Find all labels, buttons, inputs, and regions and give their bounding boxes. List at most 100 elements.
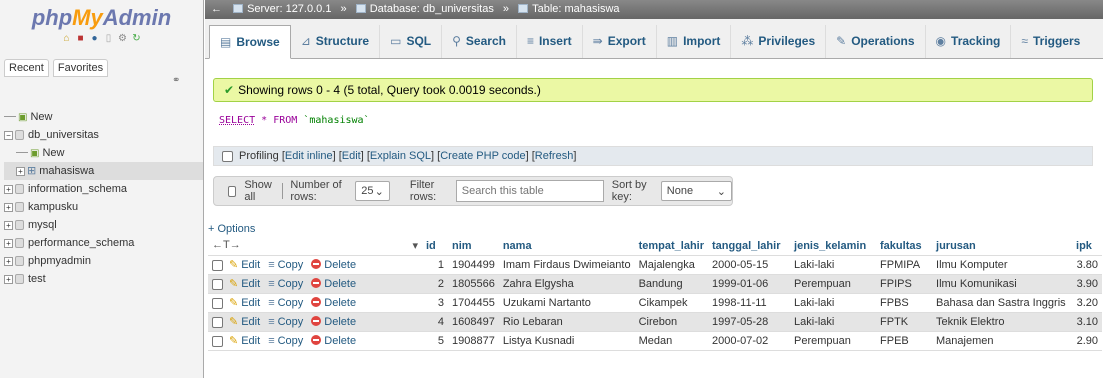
column-header-jenis-kelamin[interactable]: jenis_kelamin <box>790 237 877 256</box>
cell-nim[interactable]: 1608497 <box>448 312 499 332</box>
cell-nama[interactable]: Imam Firdaus Dwimeianto <box>498 255 635 275</box>
cell-tanggal-lahir[interactable]: 1998-11-11 <box>708 293 791 313</box>
row-checkbox[interactable] <box>212 316 223 328</box>
tab-privileges[interactable]: ⁂ Privileges <box>731 25 827 58</box>
cell-ipk[interactable]: 3.10 <box>1072 312 1103 332</box>
tab-import[interactable]: ▥ Import <box>657 25 732 58</box>
logout-icon[interactable]: ■ <box>75 33 86 44</box>
delete-row-button[interactable]: Delete <box>311 297 356 309</box>
cell-jurusan[interactable]: Ilmu Komunikasi <box>932 274 1073 294</box>
cell-tanggal-lahir[interactable]: 1997-05-28 <box>708 312 791 332</box>
copy-row-button[interactable]: ≡ Copy <box>268 278 303 290</box>
cell-id[interactable]: 1 <box>422 255 448 275</box>
cell-id[interactable]: 3 <box>422 293 448 313</box>
tab-triggers[interactable]: ≈ Triggers <box>1011 25 1090 58</box>
cell-jurusan[interactable]: Ilmu Komputer <box>932 255 1073 275</box>
profiling-checkbox[interactable] <box>222 150 233 162</box>
cell-ipk[interactable]: 3.20 <box>1072 293 1103 313</box>
delete-row-button[interactable]: Delete <box>311 335 356 347</box>
settings-icon[interactable]: ⚙ <box>117 33 128 44</box>
cell-fakultas[interactable]: FPBS <box>876 293 933 313</box>
cell-nim[interactable]: 1908877 <box>448 331 499 351</box>
tree-db-information-schema[interactable]: + information_schema <box>4 180 203 198</box>
column-header-tempat-lahir[interactable]: tempat_lahir <box>634 237 709 256</box>
home-icon[interactable]: ⌂ <box>61 33 72 44</box>
row-checkbox[interactable] <box>212 278 223 290</box>
row-checkbox[interactable] <box>212 335 223 347</box>
filter-rows-input[interactable] <box>455 180 604 202</box>
expand-icon[interactable]: + <box>4 202 13 212</box>
show-all-checkbox[interactable] <box>228 185 237 197</box>
breadcrumb-server[interactable]: Server: 127.0.0.1 <box>247 3 331 15</box>
cell-tempat-lahir[interactable]: Cikampek <box>634 293 709 313</box>
tab-search[interactable]: ⚲ Search <box>442 25 517 58</box>
expand-icon[interactable]: + <box>4 220 13 230</box>
column-header-ipk[interactable]: ipk <box>1072 237 1103 256</box>
column-header-fakultas[interactable]: fakultas <box>876 237 933 256</box>
sort-key-select[interactable]: None ⌄ <box>660 181 733 201</box>
cell-fakultas[interactable]: FPIPS <box>876 274 933 294</box>
expand-icon[interactable]: + <box>4 256 13 266</box>
cell-tempat-lahir[interactable]: Majalengka <box>634 255 709 275</box>
delete-row-button[interactable]: Delete <box>311 278 356 290</box>
cell-tanggal-lahir[interactable]: 1999-01-06 <box>708 274 791 294</box>
cell-jurusan[interactable]: Manajemen <box>932 331 1073 351</box>
tree-db-performance-schema[interactable]: + performance_schema <box>4 234 203 252</box>
tree-db-kampusku[interactable]: + kampusku <box>4 198 203 216</box>
edit-row-button[interactable]: ✎ Edit <box>229 259 260 271</box>
tree-db-phpmyadmin[interactable]: + phpmyadmin <box>4 252 203 270</box>
sort-dropdown-icon[interactable]: ▾ <box>412 239 418 252</box>
column-header-tanggal-lahir[interactable]: tanggal_lahir <box>708 237 791 256</box>
edit-row-button[interactable]: ✎ Edit <box>229 297 260 309</box>
row-checkbox[interactable] <box>212 297 223 309</box>
tab-tracking[interactable]: ◉ Tracking <box>926 25 1012 58</box>
explain-sql-link[interactable]: Explain SQL <box>370 150 431 162</box>
arrows-icon[interactable]: ←T→ <box>212 239 241 251</box>
cell-nama[interactable]: Zahra Elgysha <box>498 274 635 294</box>
phpmyadmin-logo[interactable]: phpMyAdmin <box>0 0 203 30</box>
expand-icon[interactable]: + <box>16 166 25 176</box>
refresh-link[interactable]: Refresh <box>535 150 574 162</box>
cell-jenis-kelamin[interactable]: Perempuan <box>790 274 877 294</box>
edit-row-button[interactable]: ✎ Edit <box>229 278 260 290</box>
column-header-jurusan[interactable]: jurusan <box>932 237 1073 256</box>
cell-nama[interactable]: Listya Kusnadi <box>498 331 635 351</box>
cell-tempat-lahir[interactable]: Medan <box>634 331 709 351</box>
collapse-icon[interactable]: − <box>4 130 13 140</box>
recent-tab[interactable]: Recent <box>4 59 49 77</box>
expand-icon[interactable]: + <box>4 238 13 248</box>
cell-id[interactable]: 4 <box>422 312 448 332</box>
table-row[interactable]: ✎ Edit ≡ Copy Delete 3 1704455 Uzukami Nartanto… <box>208 293 1103 313</box>
tree-db-mysql[interactable]: + mysql <box>4 216 203 234</box>
expand-icon[interactable]: + <box>4 184 13 194</box>
cell-nama[interactable]: Rio Lebaran <box>498 312 635 332</box>
cell-nama[interactable]: Uzukami Nartanto <box>498 293 635 313</box>
cell-jurusan[interactable]: Teknik Elektro <box>932 312 1073 332</box>
cell-jenis-kelamin[interactable]: Laki-laki <box>790 312 877 332</box>
options-toggle[interactable]: + Options <box>208 223 255 235</box>
edit-row-button[interactable]: ✎ Edit <box>229 335 260 347</box>
breadcrumb-database[interactable]: Database: db_universitas <box>370 3 494 15</box>
edit-row-button[interactable]: ✎ Edit <box>229 316 260 328</box>
delete-row-button[interactable]: Delete <box>311 259 356 271</box>
link-with-main-icon[interactable]: ⚭ <box>172 75 180 86</box>
cell-fakultas[interactable]: FPTK <box>876 312 933 332</box>
docs-icon[interactable]: ▯ <box>103 33 114 44</box>
favorites-tab[interactable]: Favorites <box>52 59 109 77</box>
sql-query-box[interactable]: SELECT * FROM `mahasiswa` <box>213 105 1093 141</box>
cell-nim[interactable]: 1904499 <box>448 255 499 275</box>
help-icon[interactable]: ● <box>89 33 100 44</box>
tree-db-test[interactable]: + test <box>4 270 203 288</box>
table-row[interactable]: ✎ Edit ≡ Copy Delete 2 1805566 Zahra Elgysha Ban… <box>208 274 1103 294</box>
cell-ipk[interactable]: 2.90 <box>1072 331 1103 351</box>
tree-db-universitas[interactable]: − db_universitas <box>4 126 203 144</box>
cell-id[interactable]: 2 <box>422 274 448 294</box>
cell-fakultas[interactable]: FPMIPA <box>876 255 933 275</box>
copy-row-button[interactable]: ≡ Copy <box>268 316 303 328</box>
cell-id[interactable]: 5 <box>422 331 448 351</box>
tree-table-mahasiswa[interactable]: + ⊞ mahasiswa <box>4 162 203 180</box>
breadcrumb-table[interactable]: Table: mahasiswa <box>532 3 619 15</box>
copy-row-button[interactable]: ≡ Copy <box>268 335 303 347</box>
tree-new-database[interactable]: ▣ New <box>4 108 203 126</box>
cell-jenis-kelamin[interactable]: Laki-laki <box>790 293 877 313</box>
